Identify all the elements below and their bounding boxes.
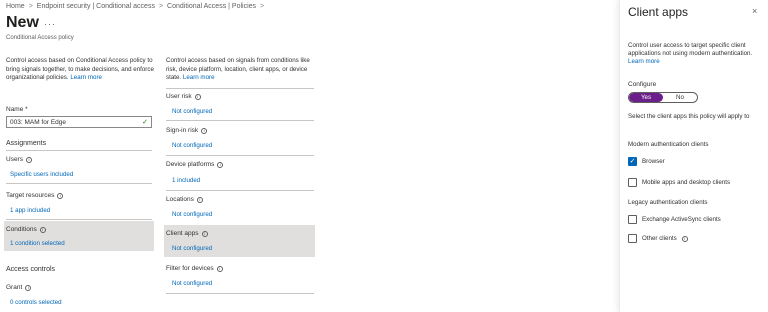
browser-label: Browser: [642, 158, 665, 165]
assignments-heading: Assignments: [6, 140, 47, 147]
info-icon[interactable]: i: [57, 192, 64, 199]
info-icon[interactable]: i: [25, 156, 32, 163]
toggle-yes[interactable]: Yes: [629, 93, 663, 102]
configure-toggle[interactable]: Yes No: [628, 92, 698, 103]
locations-value-link[interactable]: Not configured: [172, 211, 212, 218]
more-options-icon[interactable]: ···: [44, 19, 56, 29]
device-platforms-label-text: Device platforms: [166, 161, 215, 168]
checkbox-icon[interactable]: [628, 234, 637, 243]
filter-devices-label: Filter for devices i: [166, 265, 223, 272]
users-value-link[interactable]: Specific users included: [10, 171, 73, 178]
divider: [166, 120, 314, 121]
locations-label: Locations i: [166, 196, 203, 203]
users-label-text: Users: [6, 156, 23, 163]
conditions-description: Control access based on signals from con…: [166, 57, 318, 83]
conditions-value-link[interactable]: 1 condition selected: [10, 240, 65, 247]
toggle-no[interactable]: No: [663, 93, 697, 102]
name-field-value: 003: MAM for Edge: [10, 118, 66, 126]
other-clients-checkbox-row[interactable]: Other clients i: [628, 234, 688, 243]
configure-label: Configure: [628, 81, 657, 88]
conditions-label: Conditions i: [6, 226, 46, 233]
chevron-right-icon: >: [260, 3, 265, 10]
policy-description: Control access based on Conditional Acce…: [6, 57, 156, 83]
divider: [166, 155, 314, 156]
divider: [166, 293, 314, 294]
browser-checkbox-row[interactable]: ✓ Browser: [628, 157, 665, 166]
sign-in-risk-value-link[interactable]: Not configured: [172, 142, 212, 149]
chevron-right-icon: >: [158, 3, 164, 10]
device-platforms-value-link[interactable]: 1 included: [172, 177, 200, 184]
user-risk-value-link[interactable]: Not configured: [172, 108, 212, 115]
breadcrumb-endpoint-security[interactable]: Endpoint security | Conditional access: [37, 3, 155, 10]
panel-description-text: Control user access to target specific c…: [628, 42, 753, 57]
name-field[interactable]: 003: MAM for Edge ✓: [6, 116, 152, 128]
panel-description: Control user access to target specific c…: [628, 42, 764, 66]
divider: [6, 183, 152, 184]
info-icon[interactable]: i: [216, 265, 223, 272]
locations-label-text: Locations: [166, 196, 194, 203]
target-resources-value-link[interactable]: 1 app included: [10, 207, 50, 214]
learn-more-link[interactable]: Learn more: [70, 74, 102, 81]
checkbox-checked-icon[interactable]: ✓: [628, 157, 637, 166]
breadcrumb-home[interactable]: Home: [6, 3, 25, 10]
learn-more-link[interactable]: Learn more: [628, 58, 660, 65]
client-apps-label-text: Client apps: [166, 230, 199, 237]
page-subtitle: Conditional Access policy: [6, 35, 74, 41]
panel-title: Client apps: [628, 5, 689, 19]
divider: [166, 88, 314, 89]
chevron-right-icon: >: [28, 3, 33, 10]
modern-auth-heading: Modern authentication clients: [628, 141, 709, 148]
filter-devices-label-text: Filter for devices: [166, 265, 214, 272]
legacy-auth-heading: Legacy authentication clients: [628, 199, 708, 206]
info-icon[interactable]: i: [201, 127, 208, 134]
users-label: Users i: [6, 156, 32, 163]
target-resources-label-text: Target resources: [6, 192, 55, 199]
info-icon[interactable]: i: [196, 196, 203, 203]
name-label: Name *: [6, 106, 28, 113]
device-platforms-label: Device platforms i: [166, 161, 224, 168]
exchange-checkbox-row[interactable]: Exchange ActiveSync clients: [628, 215, 721, 224]
mobile-apps-label: Mobile apps and desktop clients: [642, 179, 731, 186]
info-icon[interactable]: i: [25, 284, 32, 291]
checkbox-icon[interactable]: [628, 215, 637, 224]
breadcrumb-ca-policies[interactable]: Conditional Access | Policies: [167, 3, 256, 10]
checkbox-icon[interactable]: [628, 178, 637, 187]
target-resources-label: Target resources i: [6, 192, 64, 199]
filter-devices-value-link[interactable]: Not configured: [172, 280, 212, 287]
sign-in-risk-label-text: Sign-in risk: [166, 127, 199, 134]
info-icon[interactable]: i: [217, 161, 224, 168]
grant-value-link[interactable]: 0 controls selected: [10, 299, 62, 306]
client-apps-value-link[interactable]: Not configured: [172, 245, 212, 252]
select-apps-text: Select the client apps this policy will …: [628, 113, 750, 120]
grant-label-text: Grant: [6, 284, 23, 291]
learn-more-link[interactable]: Learn more: [183, 74, 215, 81]
access-controls-heading: Access controls: [6, 266, 56, 273]
info-icon[interactable]: i: [201, 230, 208, 237]
sign-in-risk-label: Sign-in risk i: [166, 127, 208, 134]
divider: [6, 150, 152, 151]
grant-label: Grant i: [6, 284, 32, 291]
info-icon[interactable]: i: [39, 226, 46, 233]
user-risk-label-text: User risk: [166, 93, 192, 100]
page-title: New: [6, 14, 39, 31]
mobile-apps-checkbox-row[interactable]: Mobile apps and desktop clients: [628, 178, 730, 187]
breadcrumb: Home > Endpoint security | Conditional a…: [6, 3, 268, 10]
user-risk-label: User risk i: [166, 93, 201, 100]
divider: [6, 219, 152, 220]
exchange-label: Exchange ActiveSync clients: [642, 216, 721, 223]
client-apps-label: Client apps i: [166, 230, 208, 237]
close-icon[interactable]: ×: [752, 6, 757, 16]
checkmark-icon: ✓: [142, 119, 148, 126]
conditions-label-text: Conditions: [6, 226, 37, 233]
divider: [166, 190, 314, 191]
other-clients-label: Other clients: [642, 235, 677, 242]
info-icon[interactable]: i: [194, 93, 201, 100]
info-icon[interactable]: i: [681, 235, 688, 242]
